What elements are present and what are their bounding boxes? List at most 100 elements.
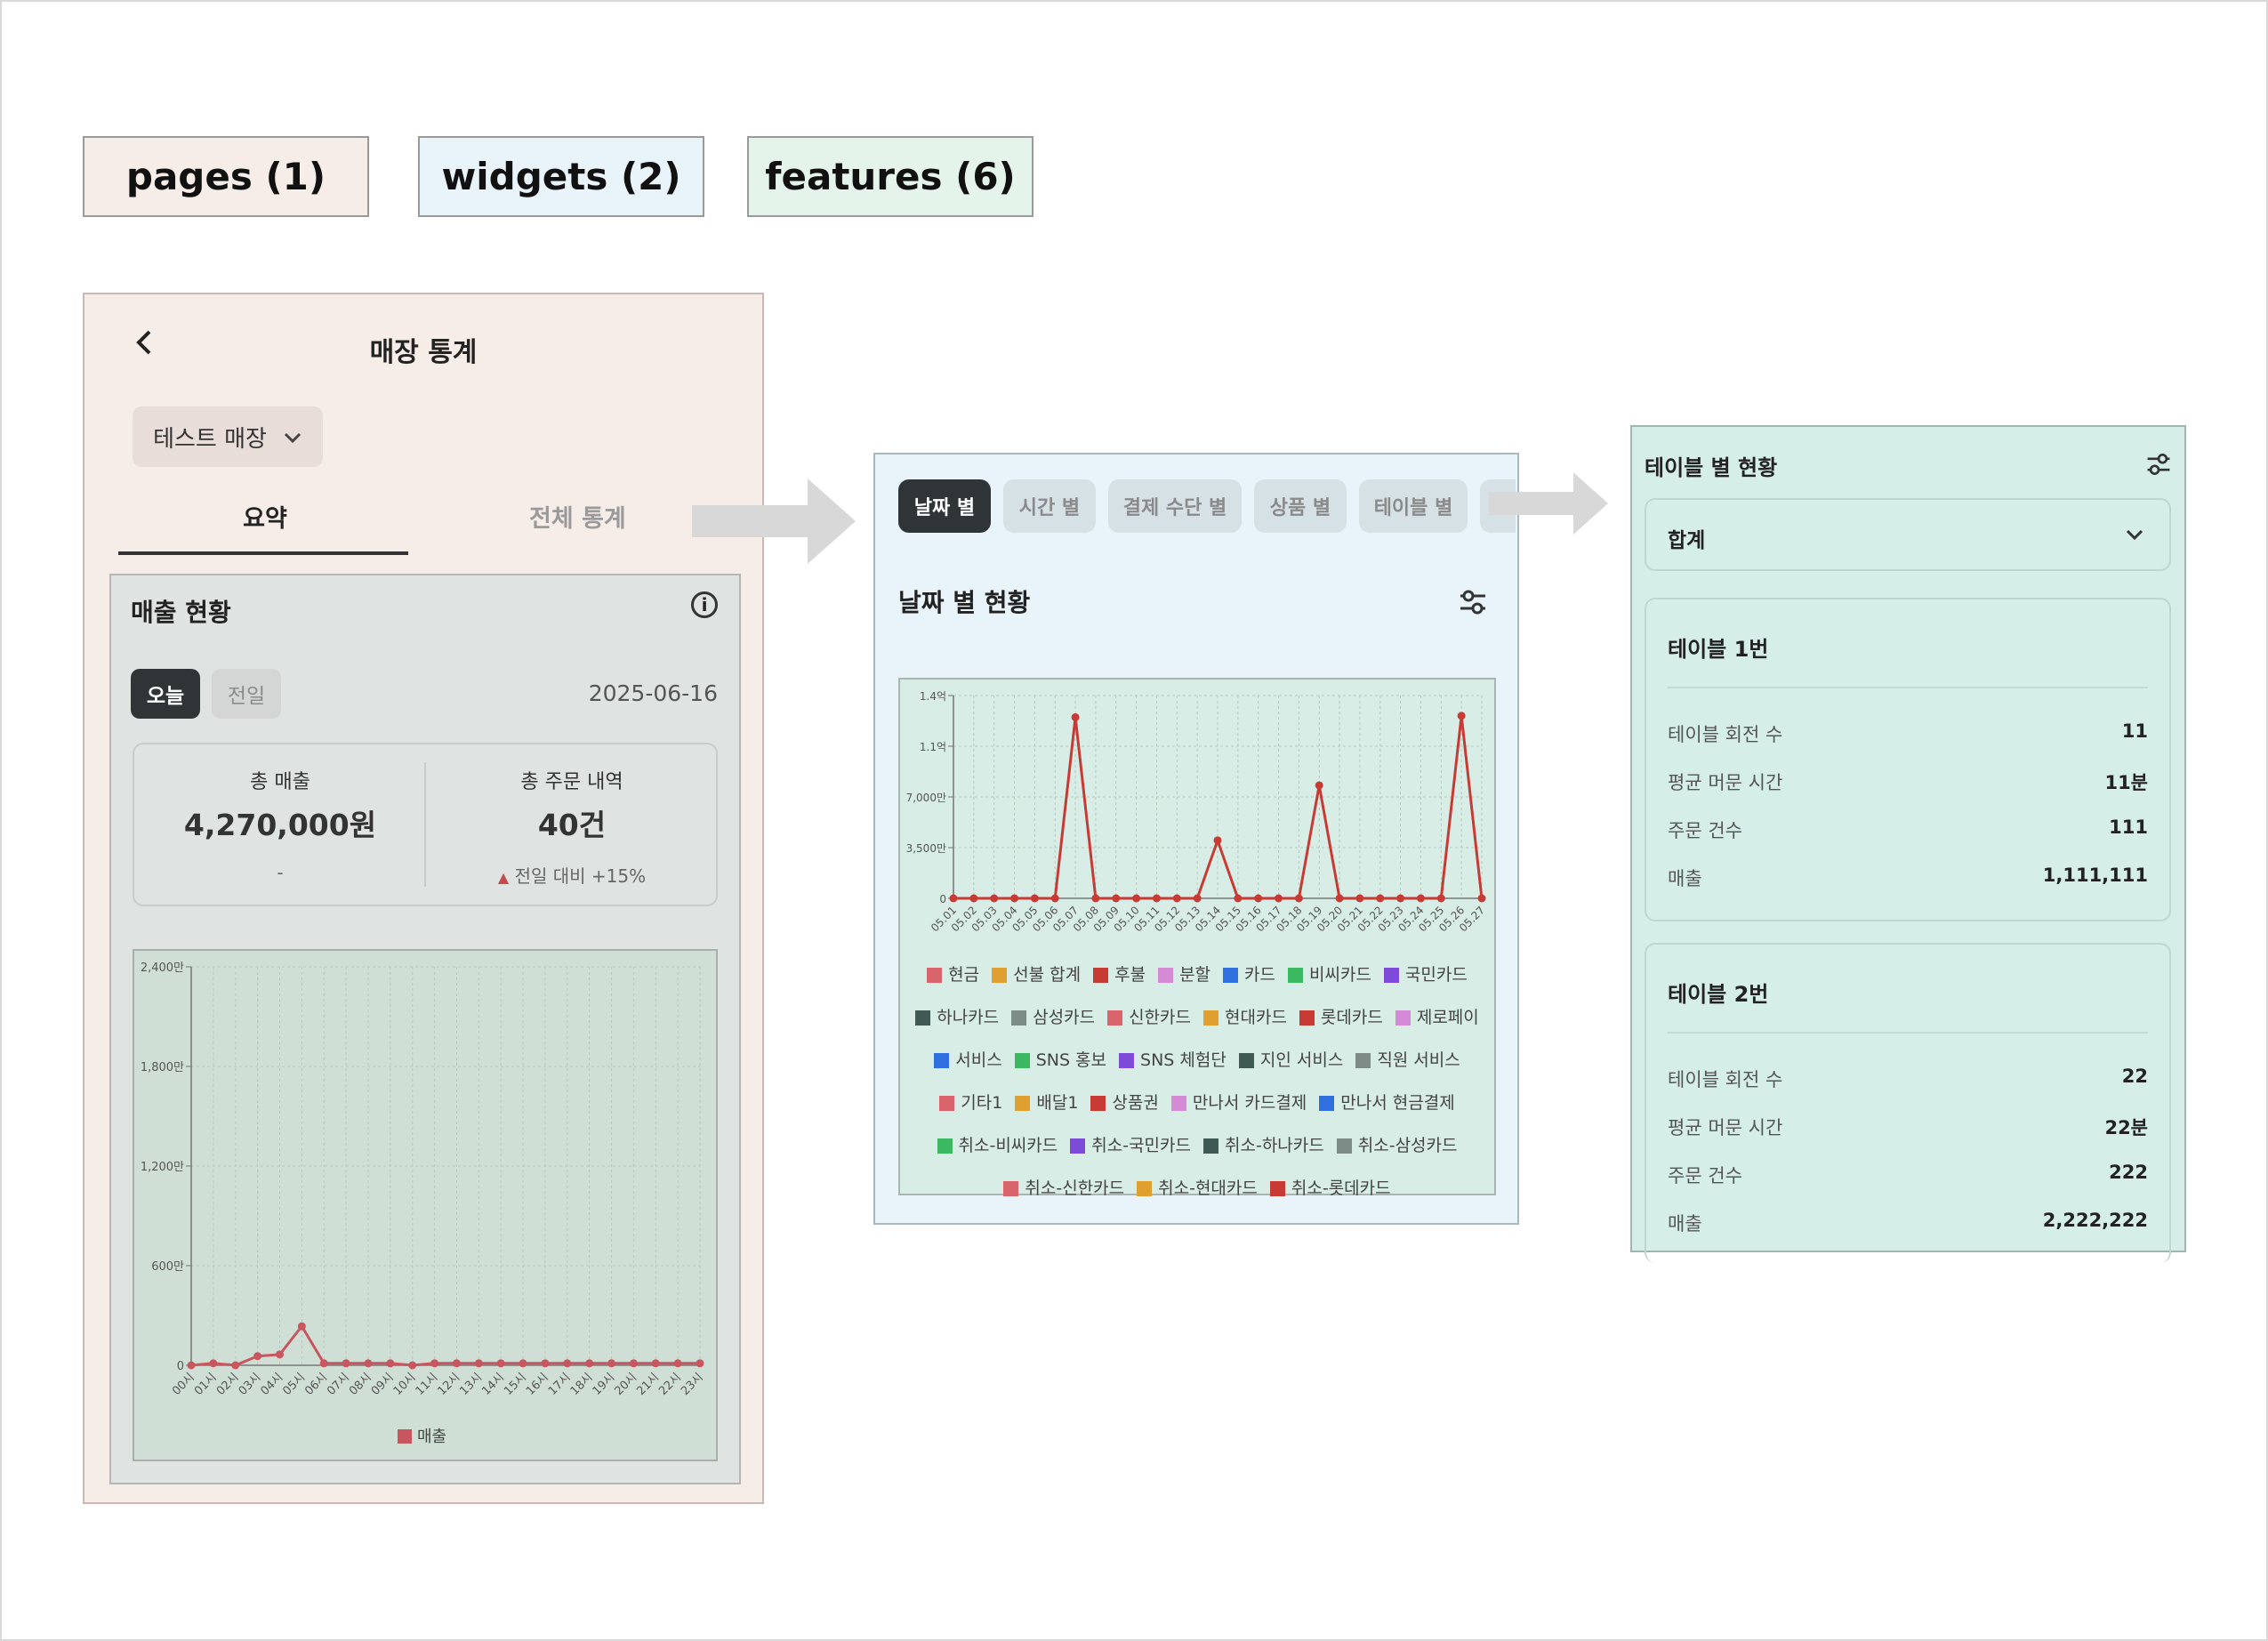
tab-by-payment[interactable]: 결제 수단 별 xyxy=(1108,479,1242,533)
row-value: 11분 xyxy=(2104,772,2148,793)
row-value: 1,111,111 xyxy=(2042,865,2148,886)
legend-item[interactable]: SNS 체험단 xyxy=(1119,1041,1226,1081)
legend-item[interactable]: 취소-롯데카드 xyxy=(1269,1169,1391,1209)
legend-item[interactable]: 제로페이 xyxy=(1395,998,1479,1038)
y-tick-label: 3,500만 xyxy=(906,842,946,855)
legend-swatch xyxy=(1011,1010,1027,1026)
tab-by-date[interactable]: 날짜 별 xyxy=(898,479,991,533)
tab-all-stats[interactable]: 전체 통계 xyxy=(529,499,626,534)
legend-item[interactable]: 취소-국민카드 xyxy=(1070,1126,1191,1166)
data-point xyxy=(1275,894,1283,903)
legend-item[interactable]: 분할 xyxy=(1158,955,1210,995)
hourly-sales-chart-svg: 0 600만 1,200만 1,800만 2,400만 00시01시02시03시04시05… xyxy=(141,961,706,1446)
legend-swatch xyxy=(1238,1053,1254,1068)
legend-label: 취소-국민카드 xyxy=(1091,1136,1191,1155)
legend-item[interactable]: 카드 xyxy=(1223,955,1275,995)
page-title: 매장 통계 xyxy=(369,337,478,368)
legend-item[interactable]: 취소-비씨카드 xyxy=(937,1126,1058,1166)
stats-box: 총 매출 4,270,000원 - 총 주문 내역 40건 ▲ 전일 대비 +1… xyxy=(133,743,718,906)
table-select[interactable]: 합계 xyxy=(1645,498,2171,571)
chart-legend: 현금 선불 합계 후불 분할 카드 비씨카드 국민카드하나카드 삼성카드 신한카드 현대카드 롯데카… xyxy=(900,955,1494,1211)
date-label: 2025-06-16 xyxy=(588,680,718,706)
data-point xyxy=(1112,894,1121,903)
legend-swatch xyxy=(1070,1138,1086,1154)
data-point xyxy=(342,1359,350,1368)
category-features: features (6) xyxy=(747,136,1033,217)
legend-item[interactable]: 신한카드 xyxy=(1107,998,1191,1038)
legend-item[interactable]: 현대카드 xyxy=(1203,998,1287,1038)
x-tick-label: 12시 xyxy=(435,1371,462,1398)
tab-by-table[interactable]: 테이블 별 xyxy=(1359,479,1468,533)
x-tick-label: 11시 xyxy=(414,1371,441,1398)
legend-item[interactable]: 삼성카드 xyxy=(1011,998,1095,1038)
legend-item[interactable]: 현금 xyxy=(927,955,979,995)
legend-swatch xyxy=(1336,1138,1352,1154)
legend-item[interactable]: 후불 xyxy=(1093,955,1146,995)
legend-item[interactable]: 서비스 xyxy=(934,1041,1002,1081)
tab-by-time[interactable]: 시간 별 xyxy=(1003,479,1096,533)
legend-item[interactable]: 직원 서비스 xyxy=(1355,1041,1460,1081)
filter-settings-icon[interactable] xyxy=(2144,450,2173,479)
legend-label: 롯데카드 xyxy=(1320,1008,1383,1027)
total-orders-change-text: 전일 대비 +15% xyxy=(514,865,647,887)
divider xyxy=(1668,1032,2148,1034)
divider xyxy=(1668,687,2148,688)
total-sales-value: 4,270,000원 xyxy=(183,808,377,842)
data-point xyxy=(386,1359,395,1368)
legend-swatch xyxy=(1014,1053,1030,1068)
row-value: 11 xyxy=(2121,720,2148,742)
legend-item[interactable]: 국민카드 xyxy=(1383,955,1468,995)
legend-swatch xyxy=(1003,1181,1019,1196)
legend-item[interactable]: 비씨카드 xyxy=(1288,955,1371,995)
tab-summary[interactable]: 요약 xyxy=(122,499,408,534)
info-icon[interactable]: i xyxy=(691,591,718,618)
legend-swatch xyxy=(937,1138,953,1154)
legend-item[interactable]: 만나서 카드결제 xyxy=(1170,1083,1307,1123)
y-tick-label: 0 xyxy=(177,1360,184,1373)
data-point xyxy=(585,1359,594,1368)
category-widgets: widgets (2) xyxy=(418,136,704,217)
period-prev-button[interactable]: 전일 xyxy=(212,669,281,719)
stats-divider xyxy=(424,762,426,887)
legend-item[interactable]: 취소-신한카드 xyxy=(1003,1169,1124,1209)
data-point xyxy=(1416,894,1425,903)
legend-item[interactable]: 하나카드 xyxy=(915,998,999,1038)
store-select[interactable]: 테스트 매장 xyxy=(133,406,323,467)
filter-settings-icon[interactable] xyxy=(1457,586,1489,618)
legend-item[interactable]: SNS 홍보 xyxy=(1014,1041,1107,1081)
legend-item[interactable]: 롯데카드 xyxy=(1299,998,1383,1038)
store-select-label: 테스트 매장 xyxy=(153,425,267,453)
legend-item[interactable]: 배달1 xyxy=(1015,1083,1078,1123)
legend-item[interactable]: 만나서 현금결제 xyxy=(1319,1083,1455,1123)
table-row: 평균 머문 시간 11분 xyxy=(1668,768,2148,795)
legend-label: SNS 홍보 xyxy=(1035,1050,1107,1070)
arrow-right-icon xyxy=(1489,472,1608,535)
legend-swatch xyxy=(1223,968,1239,983)
tab-by-product[interactable]: 상품 별 xyxy=(1254,479,1347,533)
legend-item[interactable]: 취소-현대카드 xyxy=(1137,1169,1258,1209)
table-row: 매출 2,222,222 xyxy=(1668,1210,2148,1236)
legend-item[interactable]: 선불 합계 xyxy=(992,955,1081,995)
legend-item[interactable]: 상품권 xyxy=(1090,1083,1159,1123)
table-name: 테이블 1번 xyxy=(1668,637,1769,662)
period-today-button[interactable]: 오늘 xyxy=(131,669,200,719)
legend-item[interactable]: 지인 서비스 xyxy=(1238,1041,1343,1081)
row-label: 테이블 회전 수 xyxy=(1668,724,1783,745)
data-point xyxy=(1050,894,1059,903)
legend-row: 하나카드 삼성카드 신한카드 현대카드 롯데카드 제로페이 xyxy=(900,998,1494,1041)
legend-swatch xyxy=(1319,1096,1335,1111)
data-point xyxy=(629,1359,638,1368)
table-card: 테이블 1번 테이블 회전 수 11 평균 머문 시간 11분 주문 건수 111 매… xyxy=(1645,598,2171,921)
x-tick-label: 05시 xyxy=(280,1371,308,1398)
x-tick-label: 10시 xyxy=(391,1371,419,1398)
legend-item[interactable]: 기타1 xyxy=(939,1083,1002,1123)
legend-item[interactable]: 취소-하나카드 xyxy=(1203,1126,1324,1166)
data-point xyxy=(187,1361,196,1370)
legend-item[interactable]: 취소-삼성카드 xyxy=(1336,1126,1458,1166)
data-point xyxy=(1234,894,1243,903)
legend-label: 서비스 xyxy=(955,1050,1002,1070)
row-label: 주문 건수 xyxy=(1668,1165,1742,1187)
total-sales-sub: - xyxy=(277,862,284,883)
data-point xyxy=(1335,894,1344,903)
y-tick-label: 1.4억 xyxy=(920,690,946,703)
